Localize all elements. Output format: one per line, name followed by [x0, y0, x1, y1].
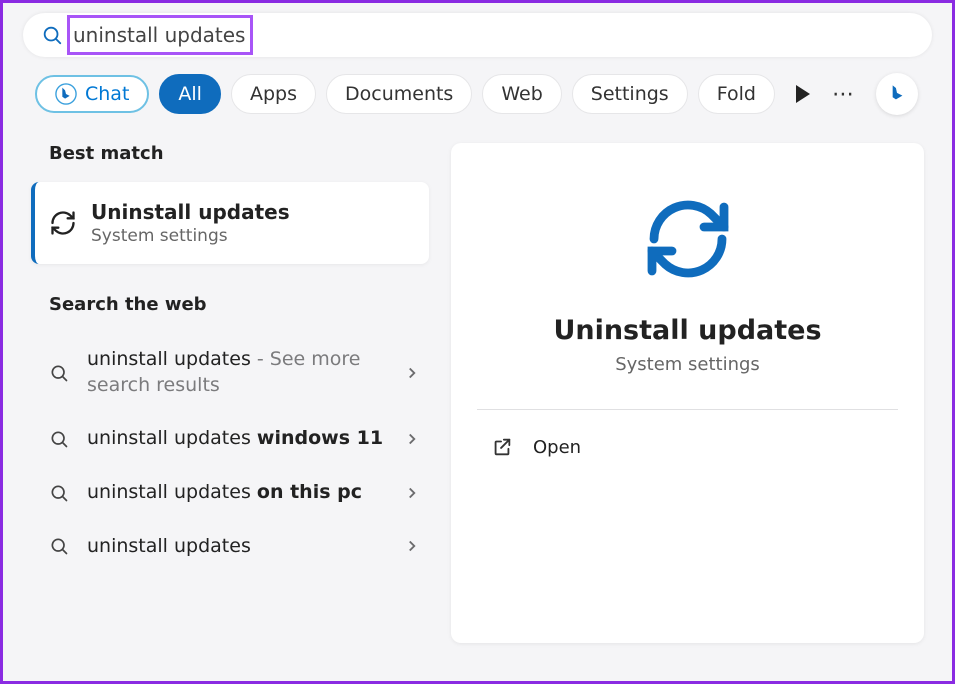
search-icon: [49, 363, 69, 383]
web-result-item[interactable]: uninstall updates windows 11: [31, 412, 429, 466]
open-action[interactable]: Open: [481, 428, 894, 466]
search-icon: [41, 24, 63, 46]
results-left-column: Best match Uninstall updates System sett…: [3, 143, 441, 684]
best-match-subtitle: System settings: [91, 226, 290, 246]
chevron-right-icon: [403, 484, 421, 502]
web-results-list: uninstall updates - See more search resu…: [31, 333, 429, 573]
web-result-item[interactable]: uninstall updates on this pc: [31, 466, 429, 520]
filter-chip-row: Chat All Apps Documents Web Settings Fol…: [35, 73, 942, 115]
preview-subtitle: System settings: [481, 354, 894, 375]
preview-title: Uninstall updates: [481, 315, 894, 346]
search-icon: [49, 536, 69, 556]
web-result-text: uninstall updates on this pc: [87, 480, 385, 506]
chip-chat-label: Chat: [85, 83, 129, 105]
chevron-right-icon: [403, 430, 421, 448]
web-result-text: uninstall updates: [87, 534, 385, 560]
chip-chat[interactable]: Chat: [35, 75, 149, 113]
preview-right-column: Uninstall updates System settings Open: [441, 143, 952, 684]
search-web-heading: Search the web: [49, 294, 429, 315]
scroll-right-icon[interactable]: [796, 85, 810, 103]
chip-all[interactable]: All: [159, 74, 221, 114]
search-input[interactable]: [73, 23, 914, 47]
divider: [477, 409, 898, 410]
sync-icon: [640, 191, 736, 287]
chip-folders[interactable]: Fold: [698, 74, 775, 114]
best-match-title: Uninstall updates: [91, 200, 290, 224]
more-options-icon[interactable]: ⋯: [832, 82, 854, 107]
chip-web[interactable]: Web: [482, 74, 561, 114]
open-label: Open: [533, 437, 581, 458]
web-result-item[interactable]: uninstall updates: [31, 520, 429, 574]
chip-settings[interactable]: Settings: [572, 74, 688, 114]
bing-button[interactable]: [876, 73, 918, 115]
search-icon: [49, 429, 69, 449]
chip-documents[interactable]: Documents: [326, 74, 472, 114]
web-result-text: uninstall updates - See more search resu…: [87, 347, 385, 398]
chevron-right-icon: [403, 537, 421, 555]
bing-icon: [55, 83, 77, 105]
bing-icon: [884, 81, 910, 107]
web-result-item[interactable]: uninstall updates - See more search resu…: [31, 333, 429, 412]
best-match-heading: Best match: [49, 143, 429, 164]
search-icon: [49, 483, 69, 503]
chevron-right-icon: [403, 364, 421, 382]
open-external-icon: [491, 436, 513, 458]
chip-apps[interactable]: Apps: [231, 74, 316, 114]
best-match-result[interactable]: Uninstall updates System settings: [31, 182, 429, 264]
web-result-text: uninstall updates windows 11: [87, 426, 385, 452]
sync-icon: [49, 209, 77, 237]
search-bar: [23, 13, 932, 57]
preview-card: Uninstall updates System settings Open: [451, 143, 924, 643]
